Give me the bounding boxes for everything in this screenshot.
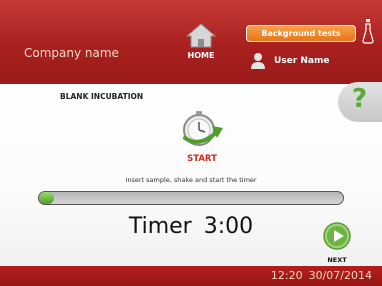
start-button[interactable]: START: [176, 108, 228, 168]
start-label: START: [187, 154, 217, 164]
clock-date: 30/07/2014: [308, 269, 372, 282]
page-title: BLANK INCUBATION: [60, 92, 144, 101]
home-label: HOME: [187, 51, 215, 60]
stopwatch-arrow-icon: [183, 111, 223, 146]
status-bar: 12:20 30/07/2014: [0, 266, 382, 286]
timer-value: 3:00: [203, 214, 254, 239]
user-info[interactable]: User Name: [250, 52, 329, 70]
background-tests-button[interactable]: Background tests: [246, 25, 356, 42]
next-button[interactable]: NEXT: [320, 221, 354, 265]
progress-bar: [38, 191, 344, 205]
progress-fill: [39, 192, 55, 204]
clock-time: 12:20: [270, 269, 303, 282]
next-label: NEXT: [327, 256, 347, 264]
question-mark-icon: ?: [352, 84, 368, 114]
house-icon: [186, 23, 216, 48]
instruction-text: Insert sample, shake and start the timer: [125, 176, 257, 184]
company-name: Company name: [24, 46, 119, 60]
home-button[interactable]: HOME: [178, 22, 224, 70]
user-icon: [251, 53, 265, 69]
flask-icon[interactable]: [362, 18, 374, 44]
user-name: User Name: [274, 56, 330, 66]
datetime-display: 12:20 30/07/2014: [271, 269, 372, 282]
main-panel: BLANK INCUBATION ? START Insert sample, …: [0, 82, 382, 266]
help-button[interactable]: ?: [338, 82, 382, 122]
header-bar: Company name HOME Background tests User …: [0, 0, 382, 84]
play-arrow-icon: [323, 222, 351, 250]
timer-label: Timer: [128, 214, 192, 239]
